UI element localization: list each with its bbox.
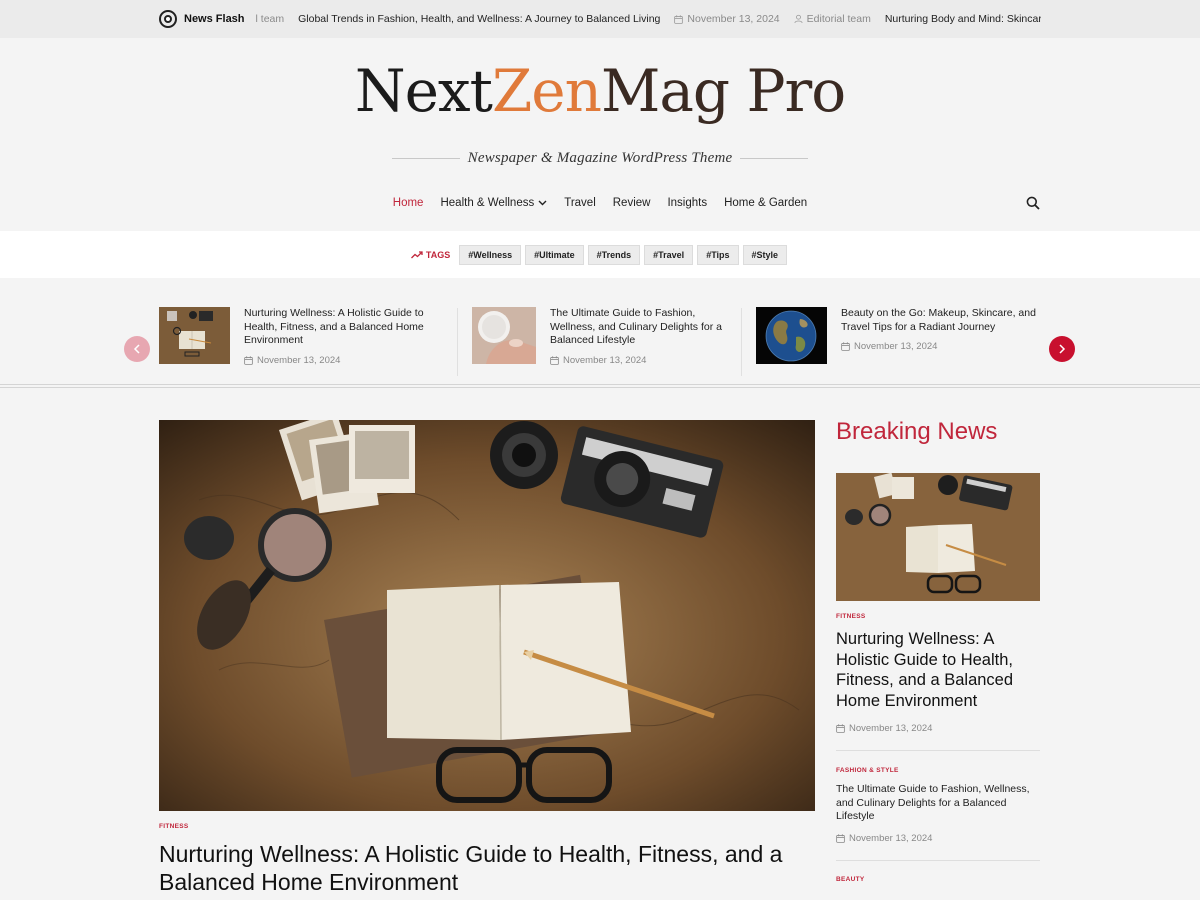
ticker-author-meta[interactable]: Editorial team xyxy=(794,13,871,25)
trending-icon xyxy=(410,250,423,258)
carousel-post-date: November 13, 2024 xyxy=(841,341,1036,352)
site-tagline: Newspaper & Magazine WordPress Theme xyxy=(392,148,809,168)
carousel-post-title[interactable]: The Ultimate Guide to Fashion, Wellness,… xyxy=(550,307,732,348)
feature-category[interactable]: FITNESS xyxy=(159,823,189,830)
tagline-divider xyxy=(392,157,460,159)
user-icon xyxy=(794,14,803,24)
tags-bar: TAGS #Wellness #Ultimate #Trends #Travel… xyxy=(0,231,1200,278)
calendar-icon xyxy=(836,834,845,843)
feature-image[interactable] xyxy=(159,420,815,811)
breaking-news-heading: Breaking News xyxy=(836,418,998,445)
tag-travel[interactable]: #Travel xyxy=(644,244,694,265)
tag-tips[interactable]: #Tips xyxy=(697,244,739,265)
carousel-post-date-text: November 13, 2024 xyxy=(257,354,341,366)
main-navigation: Home Health & Wellness Travel Review Ins… xyxy=(0,192,1200,214)
carousel-thumbnail-globe[interactable] xyxy=(756,307,827,364)
tag-trends[interactable]: #Trends xyxy=(587,244,641,265)
chevron-right-icon xyxy=(1059,344,1066,354)
carousel-post-date: November 13, 2024 xyxy=(550,355,732,366)
sidebar-post-category[interactable]: FASHION & STYLE xyxy=(836,767,899,774)
logo-text-part: Zen xyxy=(491,57,602,125)
feature-title[interactable]: Nurturing Wellness: A Holistic Guide to … xyxy=(159,840,819,896)
ticker-date: November 13, 2024 xyxy=(674,13,780,25)
sidebar-post-date: November 13, 2024 xyxy=(836,833,932,844)
calendar-icon xyxy=(674,14,684,24)
ticker-label: News Flash xyxy=(184,13,245,25)
carousel-separator xyxy=(741,308,742,376)
calendar-icon xyxy=(244,355,253,365)
carousel-post-date: November 13, 2024 xyxy=(244,355,449,366)
ticker-author[interactable]: l team xyxy=(256,13,285,25)
logo-text-part: Mag Pro xyxy=(600,57,846,125)
tagline-text: Newspaper & Magazine WordPress Theme xyxy=(467,149,733,166)
carousel-card: The Ultimate Guide to Fashion, Wellness,… xyxy=(472,307,732,377)
sidebar-post-date: November 13, 2024 xyxy=(836,723,932,734)
sidebar-post-category[interactable]: BEAUTY xyxy=(836,876,865,883)
calendar-icon xyxy=(550,355,559,365)
chevron-left-icon xyxy=(133,344,140,354)
search-button[interactable] xyxy=(1026,196,1042,212)
carousel-post-title[interactable]: Beauty on the Go: Makeup, Skincare, and … xyxy=(841,307,1036,334)
carousel-thumbnail-map-notebook[interactable] xyxy=(159,307,230,364)
ticker-headline[interactable]: Global Trends in Fashion, Health, and We… xyxy=(298,13,660,25)
nav-item-home-garden[interactable]: Home & Garden xyxy=(724,197,807,209)
carousel-post-date-text: November 13, 2024 xyxy=(563,354,647,366)
ticker-author-text[interactable]: Editorial team xyxy=(807,13,871,25)
sidebar-divider xyxy=(836,860,1040,861)
site-logo[interactable]: NextZenMag Pro xyxy=(0,56,1200,126)
ticker-headline[interactable]: Nurturing Body and Mind: Skincare, Culin… xyxy=(885,13,1041,25)
tags-label-text: TAGS xyxy=(425,249,451,260)
calendar-icon xyxy=(836,724,845,733)
tagline-divider xyxy=(740,157,809,159)
carousel-thumbnail-cotton-pad[interactable] xyxy=(472,307,536,364)
calendar-icon xyxy=(841,342,850,351)
sidebar-post-date-text: November 13, 2024 xyxy=(849,723,933,734)
carousel-post-date-text: November 13, 2024 xyxy=(854,341,938,352)
sidebar-divider xyxy=(836,750,1040,751)
tag-style[interactable]: #Style xyxy=(742,244,788,265)
ticker-date-text: November 13, 2024 xyxy=(687,13,780,25)
sidebar-post-date-text: November 13, 2024 xyxy=(849,833,933,844)
news-ticker: News Flash l team Global Trends in Fashi… xyxy=(0,0,1200,38)
sidebar-post-title[interactable]: The Ultimate Guide to Fashion, Wellness,… xyxy=(836,783,1040,824)
sidebar-post-category[interactable]: FITNESS xyxy=(836,613,866,620)
carousel-separator xyxy=(457,308,458,376)
tag-ultimate[interactable]: #Ultimate xyxy=(525,244,584,265)
carousel-card: Nurturing Wellness: A Holistic Guide to … xyxy=(159,307,449,377)
carousel-card: Beauty on the Go: Makeup, Skincare, and … xyxy=(756,307,1036,377)
nav-item-insights[interactable]: Insights xyxy=(667,197,707,209)
nav-item-home[interactable]: Home xyxy=(393,197,424,209)
carousel-post-title[interactable]: Nurturing Wellness: A Holistic Guide to … xyxy=(244,307,449,348)
chevron-down-icon xyxy=(538,200,547,206)
nav-item-review[interactable]: Review xyxy=(613,197,651,209)
search-icon xyxy=(1026,196,1040,210)
news-flash-icon xyxy=(159,10,177,28)
nav-item-label: Health & Wellness xyxy=(440,197,535,209)
sidebar-post-title[interactable]: Nurturing Wellness: A Holistic Guide to … xyxy=(836,629,1040,711)
carousel-divider xyxy=(0,384,1200,388)
nav-item-health-wellness[interactable]: Health & Wellness xyxy=(440,197,547,209)
tag-wellness[interactable]: #Wellness xyxy=(459,244,522,265)
carousel-next-button[interactable] xyxy=(1049,336,1075,362)
logo-text-part: Next xyxy=(354,57,493,125)
breaking-news-image[interactable] xyxy=(836,473,1040,601)
carousel-prev-button[interactable] xyxy=(124,336,150,362)
tags-label: TAGS xyxy=(410,249,451,260)
nav-item-travel[interactable]: Travel xyxy=(564,197,596,209)
